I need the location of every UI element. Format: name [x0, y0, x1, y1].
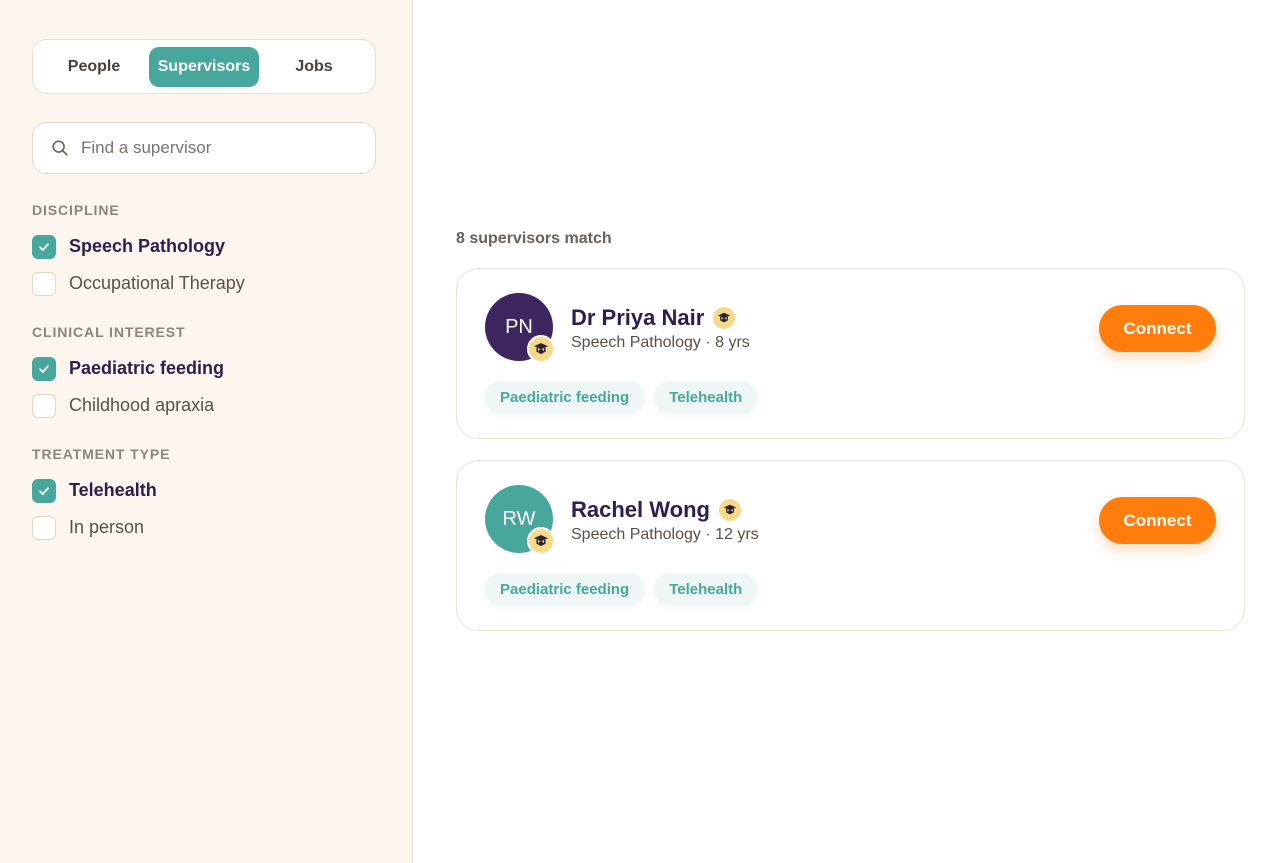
- avatar: PN: [485, 293, 555, 363]
- filter-option-label: Speech Pathology: [69, 236, 226, 256]
- checkmark-icon: [39, 242, 49, 251]
- supervisor-meta: Speech Pathology · 12 yrs: [571, 526, 759, 543]
- avatar-badge: [527, 335, 555, 363]
- checkbox-unchecked[interactable]: [32, 515, 56, 540]
- view-tabs: People Supervisors Jobs: [32, 39, 376, 94]
- filter-group-discipline: DISCIPLINE Speech Pathology Occupational…: [32, 202, 376, 302]
- graduation-cap-icon: [718, 312, 731, 323]
- tag: Paediatric feeding: [485, 573, 645, 605]
- tag: Telehealth: [654, 573, 758, 605]
- tab-supervisors[interactable]: Supervisors: [149, 46, 259, 87]
- graduation-cap-icon: [723, 504, 737, 515]
- verified-supervisor-badge: [718, 499, 741, 521]
- avatar-badge: [527, 527, 555, 555]
- connect-button[interactable]: Connect: [1099, 305, 1216, 352]
- avatar-initials: RW: [502, 507, 536, 530]
- filter-group-title: DISCIPLINE: [32, 202, 120, 218]
- filter-group-title: CLINICAL INTEREST: [32, 324, 186, 340]
- connect-button[interactable]: Connect: [1099, 497, 1216, 544]
- filter-option-label: Childhood apraxia: [69, 395, 215, 415]
- supervisor-name: Rachel Wong: [571, 497, 710, 522]
- checkmark-icon: [39, 486, 49, 495]
- supervisor-card[interactable]: PN Dr Priya Nair Speech Pathology · 8 yr…: [456, 268, 1245, 439]
- app: People Supervisors Jobs DISCIPLINE Speec…: [0, 0, 1280, 863]
- filter-option-telehealth[interactable]: Telehealth: [32, 472, 376, 509]
- checkbox-checked[interactable]: [32, 356, 56, 381]
- graduation-cap-icon: [534, 343, 548, 354]
- tab-people[interactable]: People: [39, 47, 149, 87]
- filter-group-clinical-interest: CLINICAL INTEREST Paediatric feeding Chi…: [32, 324, 376, 424]
- checkbox-unchecked[interactable]: [32, 393, 56, 418]
- tag-list: Paediatric feeding Telehealth: [485, 573, 1216, 605]
- checkbox-unchecked[interactable]: [32, 271, 56, 296]
- supervisor-meta: Speech Pathology · 8 yrs: [571, 334, 750, 351]
- tag: Paediatric feeding: [485, 381, 645, 413]
- supervisor-card[interactable]: RW Rachel Wong Speech Pathology · 12 yrs…: [456, 460, 1245, 631]
- filter-option-label: Paediatric feeding: [69, 358, 225, 378]
- results-panel: 8 supervisors match PN Dr Priya Nair Spe…: [413, 0, 1280, 863]
- verified-supervisor-badge: [713, 307, 736, 329]
- avatar: RW: [485, 485, 555, 555]
- filter-group-treatment-type: TREATMENT TYPE Telehealth In person: [32, 446, 376, 546]
- checkbox-checked[interactable]: [32, 478, 56, 503]
- search-box: [32, 122, 376, 174]
- filter-option-childhood-apraxia[interactable]: Childhood apraxia: [32, 387, 376, 424]
- checkmark-icon: [39, 364, 49, 373]
- filter-option-label: Telehealth: [69, 480, 157, 500]
- results-count: 8 supervisors match: [456, 230, 612, 247]
- tab-jobs[interactable]: Jobs: [259, 47, 369, 87]
- avatar-initials: PN: [505, 315, 533, 338]
- supervisor-name: Dr Priya Nair: [571, 305, 705, 330]
- graduation-cap-icon: [534, 535, 548, 546]
- search-input[interactable]: [81, 138, 341, 158]
- filter-group-title: TREATMENT TYPE: [32, 446, 171, 462]
- search-icon: [52, 140, 68, 156]
- filter-option-label: In person: [69, 517, 145, 537]
- filter-sidebar: People Supervisors Jobs DISCIPLINE Speec…: [0, 0, 413, 863]
- tag: Telehealth: [654, 381, 758, 413]
- filter-option-in-person[interactable]: In person: [32, 509, 376, 546]
- filter-option-speech-pathology[interactable]: Speech Pathology: [32, 228, 376, 265]
- filter-option-paediatric-feeding[interactable]: Paediatric feeding: [32, 350, 376, 387]
- filter-option-occupational-therapy[interactable]: Occupational Therapy: [32, 265, 376, 302]
- filter-option-label: Occupational Therapy: [69, 273, 245, 293]
- tag-list: Paediatric feeding Telehealth: [485, 381, 1216, 413]
- checkbox-checked[interactable]: [32, 234, 56, 259]
